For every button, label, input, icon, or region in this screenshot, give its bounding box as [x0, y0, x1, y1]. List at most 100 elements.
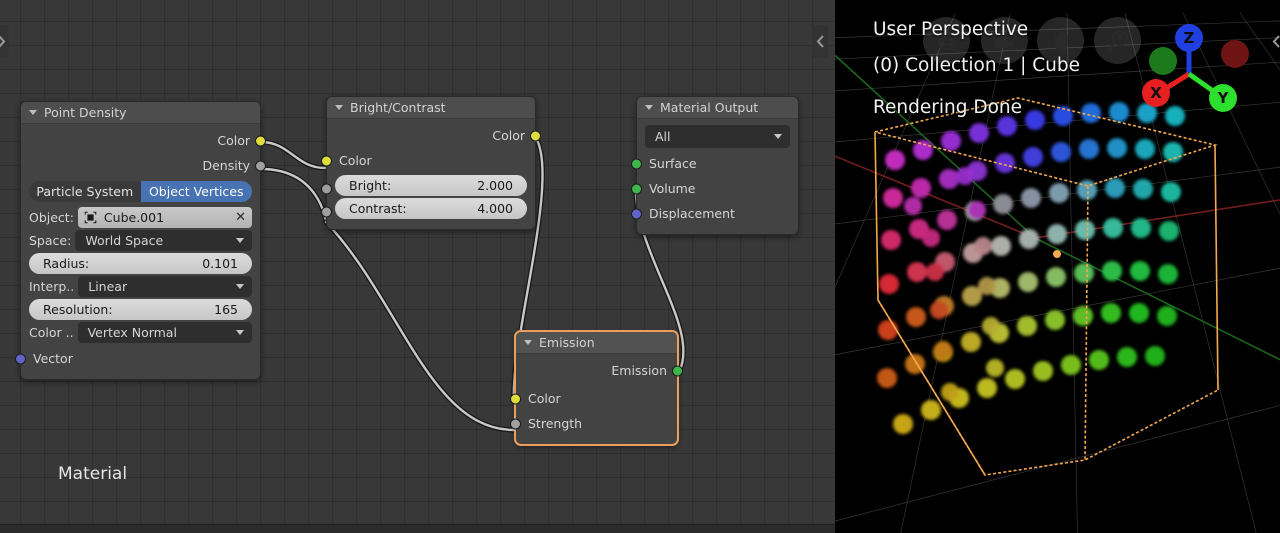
socket-color-in[interactable] — [321, 155, 332, 166]
node-title: Point Density — [44, 105, 127, 120]
input-label-color: Color — [339, 153, 372, 168]
radius-value: 0.101 — [202, 256, 238, 271]
socket-surface-in[interactable] — [631, 158, 642, 169]
input-socket-row-vector[interactable]: Vector — [15, 346, 260, 371]
node-body-point-density: Color Density Particle System Object Ver… — [15, 124, 266, 379]
contrast-value: 4.000 — [477, 201, 513, 216]
object-value: Cube.001 — [103, 210, 165, 225]
node-emission[interactable]: Emission Emission Color Strength — [510, 331, 683, 445]
node-header-bright-contrast[interactable]: Bright/Contrast — [327, 97, 535, 119]
viewport-overlay-perspective: User Perspective — [873, 19, 1029, 40]
node-header-emission[interactable]: Emission — [516, 332, 677, 354]
socket-displacement-in[interactable] — [631, 208, 642, 219]
3d-viewport[interactable]: Z X Y User Perspective (0) Collection 1 … — [835, 0, 1280, 533]
radius-field[interactable]: Radius: 0.101 — [29, 253, 252, 274]
node-title: Bright/Contrast — [350, 100, 446, 115]
chevron-left-icon — [1272, 35, 1280, 48]
chevron-left-icon — [816, 35, 824, 48]
input-label-vector: Vector — [33, 351, 73, 366]
contrast-field[interactable]: Contrast: 4.000 — [335, 198, 527, 219]
color-source-field-row[interactable]: Color .. Vertex Normal — [29, 322, 252, 343]
target-value: All — [655, 129, 671, 144]
color-source-value: Vertex Normal — [87, 325, 177, 340]
node-material-output[interactable]: Material Output All Surface Volume Displ… — [631, 96, 799, 235]
node-body-material-output: All Surface Volume Displacement — [631, 119, 798, 234]
zoom-magnifier-icon[interactable] — [1094, 17, 1141, 64]
clear-object-icon[interactable]: ✕ — [235, 211, 246, 224]
viewport-overlay-collection: (0) Collection 1 | Cube — [873, 55, 1081, 76]
chevron-right-icon — [0, 36, 5, 47]
node-body-bright-contrast: Color Color Bright: 2.000 Contrast: 4.00… — [321, 119, 541, 229]
input-label-surface: Surface — [649, 156, 697, 171]
axis-ball-y[interactable]: Y — [1209, 84, 1237, 112]
object-field[interactable]: Cube.001 ✕ — [77, 207, 252, 228]
space-label: Space: — [29, 233, 72, 248]
chevron-down-icon — [236, 284, 244, 289]
socket-emission-out[interactable] — [672, 365, 683, 376]
input-socket-row-color[interactable]: Color — [510, 386, 677, 411]
output-socket-row-emission[interactable]: Emission — [516, 358, 683, 383]
axis-ball-x[interactable]: X — [1142, 79, 1170, 107]
socket-color-in[interactable] — [510, 393, 521, 404]
socket-color-out[interactable] — [255, 135, 266, 146]
socket-strength-in[interactable] — [510, 418, 521, 429]
resolution-field[interactable]: Resolution: 165 — [29, 299, 252, 320]
socket-color-out[interactable] — [530, 130, 541, 141]
input-socket-row-displacement[interactable]: Displacement — [631, 201, 798, 226]
chevron-down-icon — [236, 238, 244, 243]
node-editor-right-toggle-left[interactable] — [812, 25, 828, 58]
space-dropdown[interactable]: World Space — [75, 230, 252, 251]
output-socket-row-density[interactable]: Density — [21, 153, 266, 178]
socket-density-out[interactable] — [255, 160, 266, 171]
node-header-point-density[interactable]: Point Density — [21, 102, 260, 124]
collapse-triangle-icon[interactable] — [645, 105, 653, 110]
output-label-color: Color — [492, 128, 525, 143]
collapse-triangle-icon[interactable] — [524, 340, 532, 345]
left-sidebar-toggle[interactable] — [0, 25, 9, 58]
toggle-particle-system[interactable]: Particle System — [29, 181, 141, 202]
object-label: Object: — [29, 210, 74, 225]
input-socket-row-surface[interactable]: Surface — [631, 151, 798, 176]
interpolation-dropdown[interactable]: Linear — [78, 276, 252, 297]
axis-ball-neg-y[interactable] — [1149, 47, 1177, 75]
socket-contrast-in[interactable] — [321, 206, 332, 218]
node-title: Emission — [539, 335, 595, 350]
interpolation-value: Linear — [88, 279, 128, 294]
object-field-row[interactable]: Object: Cube.001 ✕ — [29, 207, 252, 228]
object-origin-dot — [1053, 250, 1061, 258]
space-value: World Space — [85, 233, 164, 248]
output-socket-row-color[interactable]: Color — [327, 123, 541, 148]
node-point-density[interactable]: Point Density Color Density Particle Sys… — [15, 101, 266, 380]
input-socket-row-strength[interactable]: Strength — [510, 411, 677, 436]
axis-ball-neg-x[interactable] — [1221, 40, 1249, 68]
point-source-toggle-group[interactable]: Particle System Object Vertices — [29, 181, 252, 202]
node-editor-caption: Material — [58, 464, 128, 484]
output-label-color: Color — [217, 133, 250, 148]
shader-node-editor[interactable]: Point Density Color Density Particle Sys… — [0, 0, 835, 533]
color-source-dropdown[interactable]: Vertex Normal — [77, 322, 252, 343]
radius-label: Radius: — [43, 256, 90, 271]
socket-vector-in[interactable] — [15, 353, 26, 364]
interpolation-field-row[interactable]: Interp.. Linear — [29, 276, 252, 297]
socket-volume-in[interactable] — [631, 183, 642, 194]
target-dropdown[interactable]: All — [645, 125, 790, 148]
collapse-triangle-icon[interactable] — [29, 110, 37, 115]
chevron-down-icon — [774, 134, 782, 139]
bright-field[interactable]: Bright: 2.000 — [335, 175, 527, 196]
axis-ball-z[interactable]: Z — [1175, 24, 1203, 52]
input-socket-row-color[interactable]: Color — [321, 148, 535, 173]
output-socket-row-color[interactable]: Color — [21, 128, 266, 153]
output-label-emission: Emission — [611, 363, 667, 378]
viewport-sidebar-toggle[interactable] — [1268, 25, 1280, 58]
input-socket-row-volume[interactable]: Volume — [631, 176, 798, 201]
axis-gizmo[interactable]: Z X Y — [1137, 16, 1249, 126]
resolution-label: Resolution: — [43, 302, 113, 317]
toggle-object-vertices[interactable]: Object Vertices — [140, 181, 252, 202]
input-label-displacement: Displacement — [649, 206, 735, 221]
space-field-row[interactable]: Space: World Space — [29, 230, 252, 251]
contrast-label: Contrast: — [349, 201, 407, 216]
socket-bright-in[interactable] — [321, 183, 332, 195]
node-bright-contrast[interactable]: Bright/Contrast Color Color Bright: 2.00… — [321, 96, 541, 230]
collapse-triangle-icon[interactable] — [335, 105, 343, 110]
node-header-material-output[interactable]: Material Output — [637, 97, 798, 119]
